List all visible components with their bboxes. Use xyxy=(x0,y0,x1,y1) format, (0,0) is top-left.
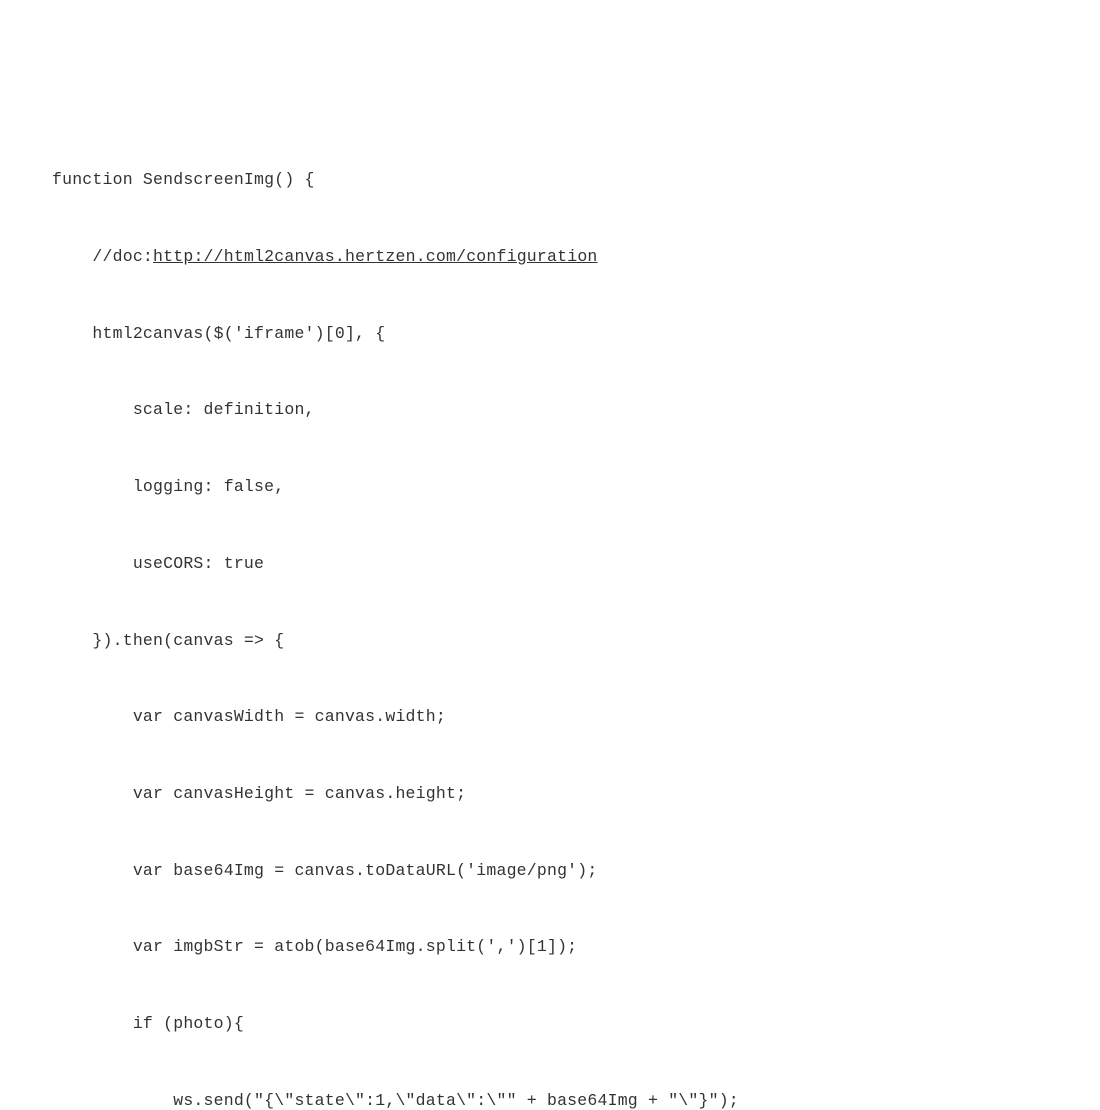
comment-prefix: //doc: xyxy=(92,247,153,266)
code-block: function SendscreenImg() { //doc:http://… xyxy=(52,116,1100,1110)
code-line-comment: //doc:http://html2canvas.hertzen.com/con… xyxy=(52,244,1100,270)
code-line: var canvasWidth = canvas.width; xyxy=(52,704,1100,730)
code-line: scale: definition, xyxy=(52,397,1100,423)
doc-url: http://html2canvas.hertzen.com/configura… xyxy=(153,247,597,266)
code-line: }).then(canvas => { xyxy=(52,628,1100,654)
code-line: function SendscreenImg() { xyxy=(52,167,1100,193)
code-line: html2canvas($('iframe')[0], { xyxy=(52,321,1100,347)
code-line: if (photo){ xyxy=(52,1011,1100,1037)
code-line: var imgbStr = atob(base64Img.split(',')[… xyxy=(52,934,1100,960)
code-line: logging: false, xyxy=(52,474,1100,500)
code-line: ws.send("{\"state\":1,\"data\":\"" + bas… xyxy=(52,1088,1100,1110)
code-line: var base64Img = canvas.toDataURL('image/… xyxy=(52,858,1100,884)
code-line: var canvasHeight = canvas.height; xyxy=(52,781,1100,807)
